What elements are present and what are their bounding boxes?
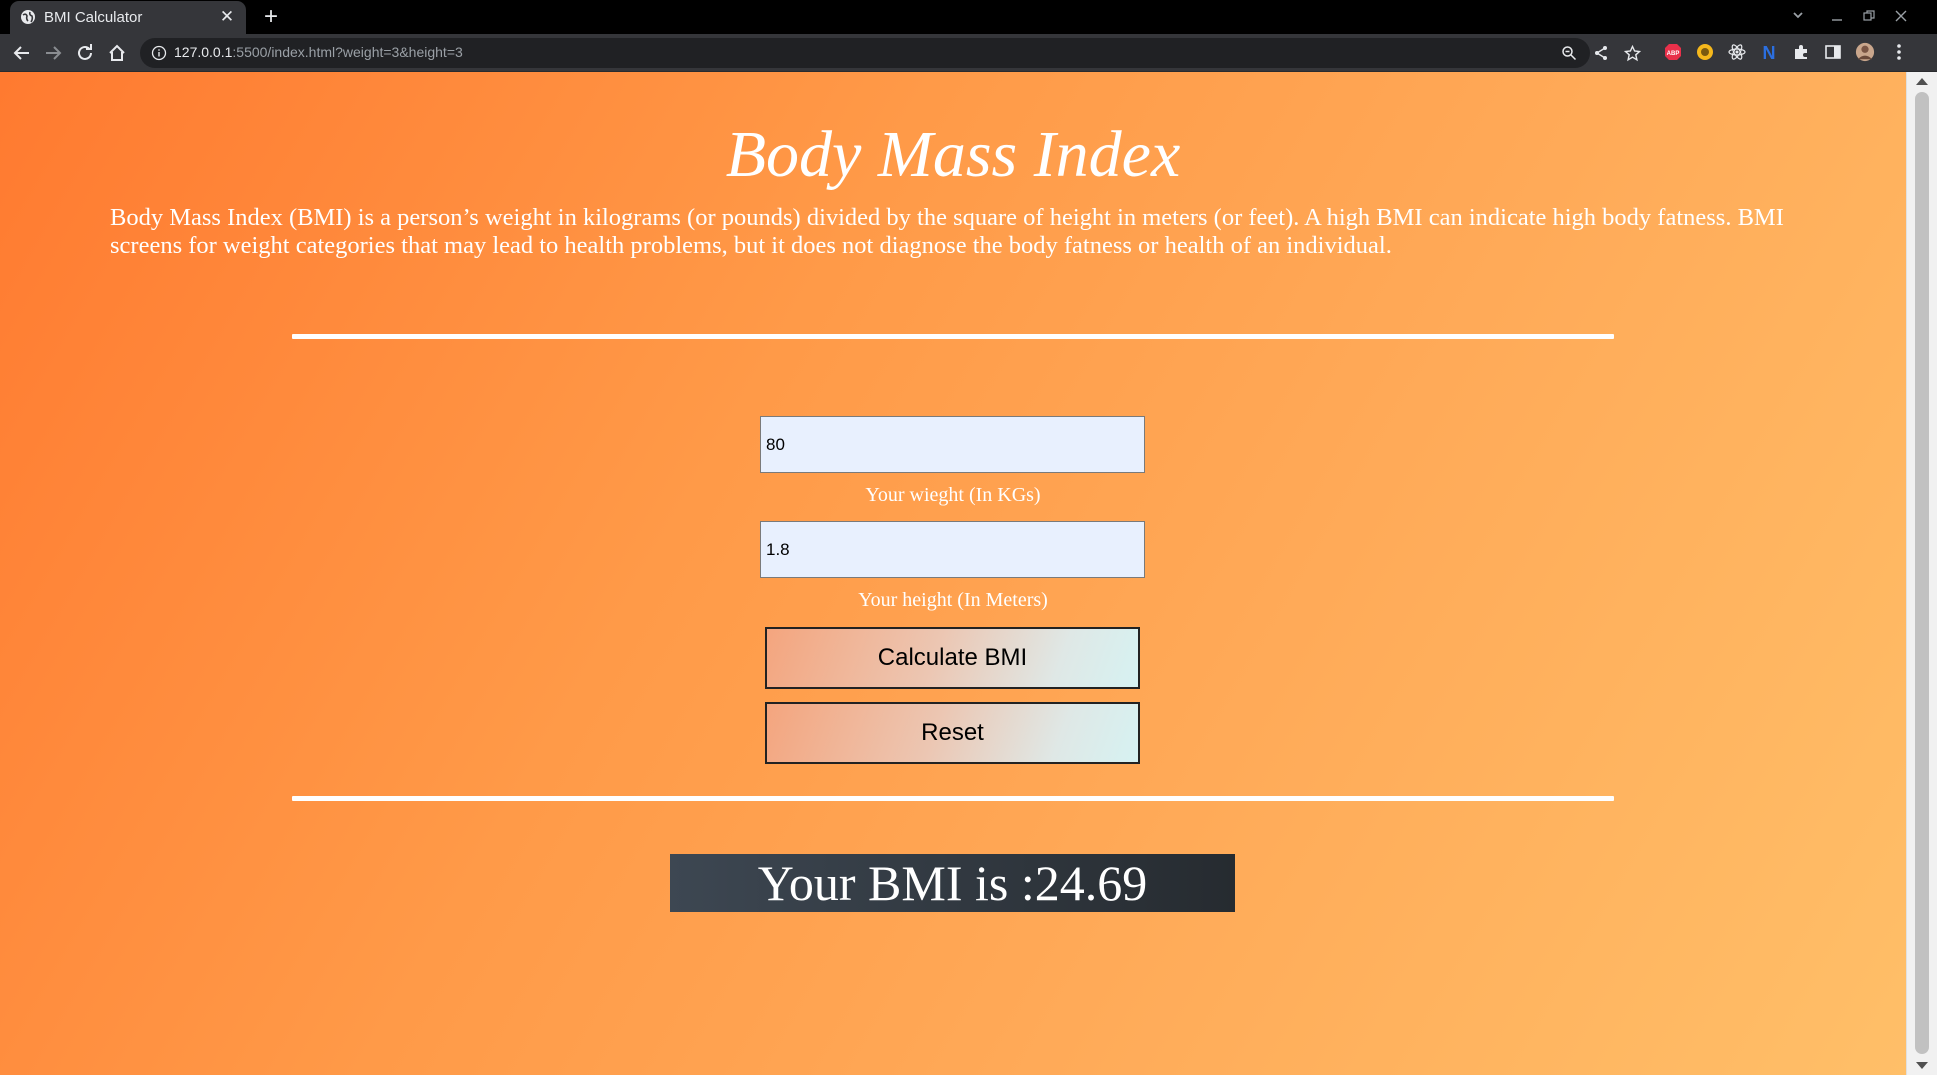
bmi-page: Body Mass Index Body Mass Index (BMI) is… bbox=[0, 72, 1906, 1075]
browser-toolbar: 127.0.0.1:5500/index.html?weight=3&heigh… bbox=[0, 34, 1937, 72]
reset-button[interactable]: Reset bbox=[765, 702, 1140, 764]
bmi-result: Your BMI is :24.69 bbox=[670, 854, 1235, 912]
new-tab-button[interactable]: + bbox=[258, 4, 284, 30]
yellow-extension-icon[interactable] bbox=[1695, 42, 1715, 62]
close-icon[interactable]: ✕ bbox=[217, 7, 237, 27]
forward-button[interactable] bbox=[40, 40, 66, 66]
arrow-right-icon bbox=[46, 46, 62, 60]
n-extension-icon[interactable]: N bbox=[1759, 42, 1779, 62]
vertical-scrollbar[interactable] bbox=[1906, 72, 1937, 1075]
window-close-button[interactable] bbox=[1889, 5, 1913, 29]
restore-button[interactable] bbox=[1857, 5, 1881, 29]
page-title: Body Mass Index bbox=[725, 118, 1181, 191]
svg-text:N: N bbox=[1763, 43, 1776, 61]
bmi-description: Body Mass Index (BMI) is a person’s weig… bbox=[110, 204, 1784, 259]
top-divider bbox=[292, 334, 1614, 339]
calculate-bmi-button[interactable]: Calculate BMI bbox=[765, 627, 1140, 689]
extensions-puzzle-icon[interactable] bbox=[1791, 42, 1811, 62]
react-devtools-icon[interactable] bbox=[1727, 42, 1747, 62]
weight-label: Your wieght (In KGs) bbox=[865, 484, 1041, 506]
arrow-left-icon bbox=[13, 46, 29, 60]
side-panel-icon[interactable] bbox=[1823, 42, 1843, 62]
reload-icon bbox=[78, 44, 92, 60]
adblock-extension-icon[interactable]: ABP bbox=[1663, 42, 1683, 62]
menu-kebab-icon[interactable] bbox=[1889, 42, 1909, 62]
tab-search-icon[interactable] bbox=[1786, 5, 1810, 29]
home-icon bbox=[109, 44, 125, 61]
bookmark-star-icon[interactable] bbox=[1623, 44, 1641, 62]
page-viewport: Body Mass Index Body Mass Index (BMI) is… bbox=[0, 72, 1937, 1075]
url-text: 127.0.0.1:5500/index.html?weight=3&heigh… bbox=[174, 44, 463, 60]
minimize-button[interactable] bbox=[1825, 5, 1849, 29]
scroll-down-arrow[interactable] bbox=[1916, 1062, 1928, 1069]
tab-strip: BMI Calculator ✕ + bbox=[0, 0, 1937, 34]
svg-text:ABP: ABP bbox=[1667, 51, 1680, 57]
height-input[interactable] bbox=[760, 521, 1145, 578]
zoom-icon[interactable] bbox=[1560, 44, 1578, 62]
info-icon[interactable] bbox=[151, 45, 167, 61]
url-host: 127.0.0.1 bbox=[174, 44, 233, 60]
share-icon[interactable] bbox=[1592, 44, 1610, 62]
scrollbar-thumb[interactable] bbox=[1915, 92, 1929, 1054]
bottom-divider bbox=[292, 796, 1614, 801]
home-button[interactable] bbox=[104, 40, 130, 66]
tab-bmi-calculator[interactable]: BMI Calculator ✕ bbox=[10, 1, 246, 34]
back-button[interactable] bbox=[9, 40, 35, 66]
tab-title: BMI Calculator bbox=[44, 9, 143, 26]
scroll-up-arrow[interactable] bbox=[1916, 78, 1928, 85]
weight-input[interactable] bbox=[760, 416, 1145, 473]
profile-avatar[interactable] bbox=[1855, 42, 1875, 62]
url-path: :5500/index.html?weight=3&height=3 bbox=[232, 44, 463, 60]
reload-button[interactable] bbox=[72, 40, 98, 66]
address-bar[interactable]: 127.0.0.1:5500/index.html?weight=3&heigh… bbox=[140, 38, 1641, 68]
globe-icon bbox=[21, 10, 35, 24]
height-label: Your height (In Meters) bbox=[858, 589, 1048, 611]
